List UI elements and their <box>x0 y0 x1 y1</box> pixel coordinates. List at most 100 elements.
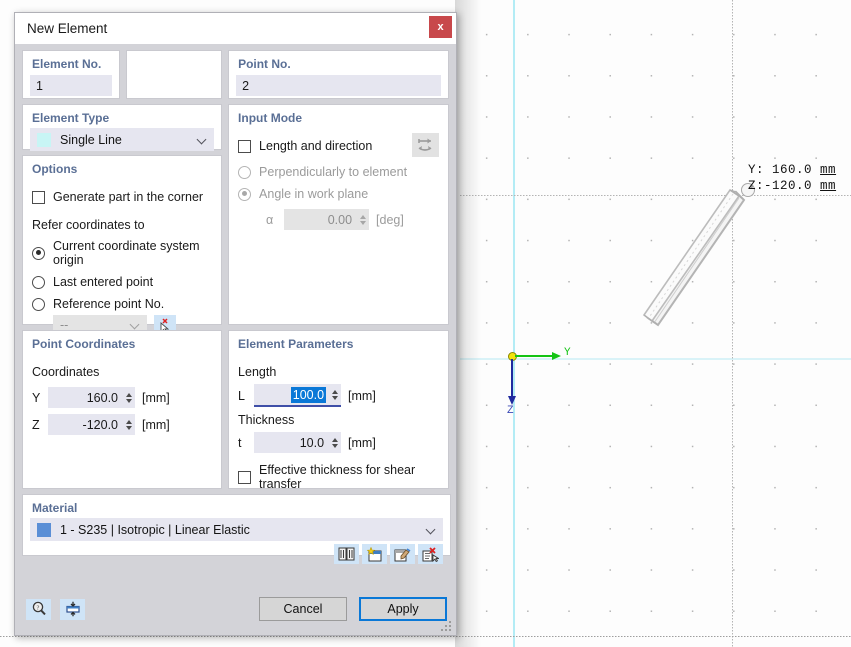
length-input-value: 100.0 <box>290 386 327 403</box>
perpendicularly-row: Perpendicularly to element <box>238 165 439 179</box>
generate-part-row[interactable]: Generate part in the corner <box>32 190 212 204</box>
coordinate-z-input[interactable]: -120.0 <box>48 414 122 435</box>
thickness-input[interactable]: 10.0 <box>254 432 329 453</box>
material-color-swatch <box>37 522 51 537</box>
refer-origin-label: Current coordinate system origin <box>53 239 200 267</box>
element-no-input[interactable]: 1 <box>30 75 112 96</box>
z-axis-icon <box>511 359 513 397</box>
refer-origin-row[interactable]: Current coordinate system origin <box>32 239 212 267</box>
thickness-spinner[interactable] <box>328 432 342 453</box>
point-no-input[interactable]: 2 <box>236 75 441 96</box>
element-type-dropdown[interactable]: Single Line <box>30 128 215 151</box>
material-dropdown[interactable]: 1 - S235 | Isotropic | Linear Elastic <box>30 518 443 541</box>
material-group: Material 1 - S235 | Isotropic | Linear E… <box>22 494 451 564</box>
refer-reference-point-label: Reference point No. <box>53 297 165 311</box>
thickness-row: t 10.0 [mm] <box>238 432 439 453</box>
help-magnifier-icon[interactable]: ? <box>26 598 51 620</box>
thickness-unit: [mm] <box>348 435 376 450</box>
material-library-icon[interactable] <box>334 544 359 564</box>
alpha-input: 0.00 <box>284 209 357 230</box>
length-row: L 100.0 [mm] <box>238 384 439 407</box>
readout-y-line: Y: 160.0 mm <box>748 162 836 178</box>
coordinate-row-z: Z -120.0 [mm] <box>32 414 212 435</box>
perpendicularly-label: Perpendicularly to element <box>259 165 408 179</box>
element-type-color-swatch <box>37 132 51 147</box>
length-section-label: Length <box>238 365 277 379</box>
element-type-label: Element Type <box>32 111 110 125</box>
generate-part-label: Generate part in the corner <box>53 190 204 204</box>
work-plane-vertical-line <box>513 0 515 647</box>
coordinate-z-name: Z <box>32 417 40 432</box>
refer-last-point-row[interactable]: Last entered point <box>32 275 212 289</box>
angle-in-work-plane-label: Angle in work plane <box>259 187 369 201</box>
resize-grip[interactable] <box>441 621 452 632</box>
coordinate-y-unit: [mm] <box>142 390 170 405</box>
refer-last-point-label: Last entered point <box>53 275 154 289</box>
options-label: Options <box>32 162 78 176</box>
point-coordinates-label: Point Coordinates <box>32 337 136 351</box>
z-axis-arrow-icon <box>507 396 516 405</box>
new-element-dialog: New Element x Element No. 1 Point No. 2 … <box>14 12 457 636</box>
cancel-button[interactable]: Cancel <box>259 597 347 621</box>
display-settings-icon[interactable] <box>60 598 85 620</box>
point-no-group: Point No. 2 <box>228 50 449 99</box>
length-spinner[interactable] <box>328 384 342 405</box>
length-name: L <box>238 388 245 403</box>
refer-coordinates-label: Refer coordinates to <box>32 218 145 232</box>
length-and-direction-row[interactable]: Length and direction <box>238 139 439 153</box>
effective-thickness-row[interactable]: Effective thickness for shear transfer <box>238 463 439 491</box>
bar-geometry-icon <box>642 188 746 327</box>
length-input[interactable]: 100.0 <box>254 384 329 405</box>
generate-part-checkbox[interactable] <box>32 190 45 204</box>
readout-z-value: -120.0 <box>764 179 813 193</box>
z-axis-label: Z <box>507 405 514 417</box>
edit-material-icon[interactable] <box>390 544 415 564</box>
material-label: Material <box>32 501 78 515</box>
readout-y-value: 160.0 <box>764 163 813 177</box>
input-mode-group: Input Mode Length and direction Perpendi… <box>228 104 449 325</box>
delete-material-icon[interactable] <box>418 544 443 564</box>
dialog-titlebar[interactable]: New Element x <box>15 13 456 44</box>
element-no-spacer-group <box>125 50 223 99</box>
alpha-spinner <box>356 209 370 230</box>
refer-reference-point-radio[interactable] <box>32 297 45 311</box>
y-axis-arrow-icon <box>552 351 561 360</box>
input-mode-label: Input Mode <box>238 111 303 125</box>
point-coordinates-group: Point Coordinates Coordinates Y 160.0 [m… <box>22 330 223 489</box>
viewport-bottom-ruler <box>0 636 851 637</box>
dialog-title: New Element <box>27 21 108 36</box>
material-value: 1 - S235 | Isotropic | Linear Elastic <box>60 522 250 537</box>
element-no-label: Element No. <box>32 57 102 71</box>
readout-z-label: Z: <box>748 179 765 193</box>
length-and-direction-checkbox[interactable] <box>238 139 252 153</box>
thickness-section-label: Thickness <box>238 413 295 427</box>
thickness-name: t <box>238 435 242 450</box>
readout-z-unit: mm <box>820 179 837 193</box>
readout-y-unit: mm <box>820 163 837 177</box>
coordinate-y-input[interactable]: 160.0 <box>48 387 122 408</box>
alpha-label: α <box>266 212 274 227</box>
new-material-icon[interactable] <box>362 544 387 564</box>
refer-origin-radio[interactable] <box>32 246 45 260</box>
line-element-preview[interactable] <box>640 183 755 333</box>
chevron-down-icon <box>196 134 207 145</box>
angle-in-work-plane-row: Angle in work plane <box>238 187 439 201</box>
coordinate-y-name: Y <box>32 390 41 405</box>
effective-thickness-checkbox[interactable] <box>238 470 252 484</box>
chevron-down-icon <box>425 524 436 535</box>
refer-last-point-radio[interactable] <box>32 275 45 289</box>
work-plane-horizontal-line <box>460 358 851 360</box>
angle-in-work-plane-radio <box>238 187 252 201</box>
element-no-group: Element No. 1 <box>22 50 120 99</box>
coordinate-y-spinner[interactable] <box>122 387 135 408</box>
element-parameters-label: Element Parameters <box>238 337 354 351</box>
apply-button[interactable]: Apply <box>359 597 447 621</box>
element-type-group: Element Type Single Line <box>22 104 223 151</box>
chevron-down-icon <box>129 319 140 330</box>
coordinate-z-unit: [mm] <box>142 417 170 432</box>
cursor-coordinate-readout: Y: 160.0 mm Z:-120.0 mm <box>748 162 836 194</box>
perpendicularly-radio <box>238 165 252 179</box>
close-icon[interactable]: x <box>429 16 452 38</box>
coordinate-z-spinner[interactable] <box>122 414 135 435</box>
refer-reference-point-row[interactable]: Reference point No. <box>32 297 212 311</box>
